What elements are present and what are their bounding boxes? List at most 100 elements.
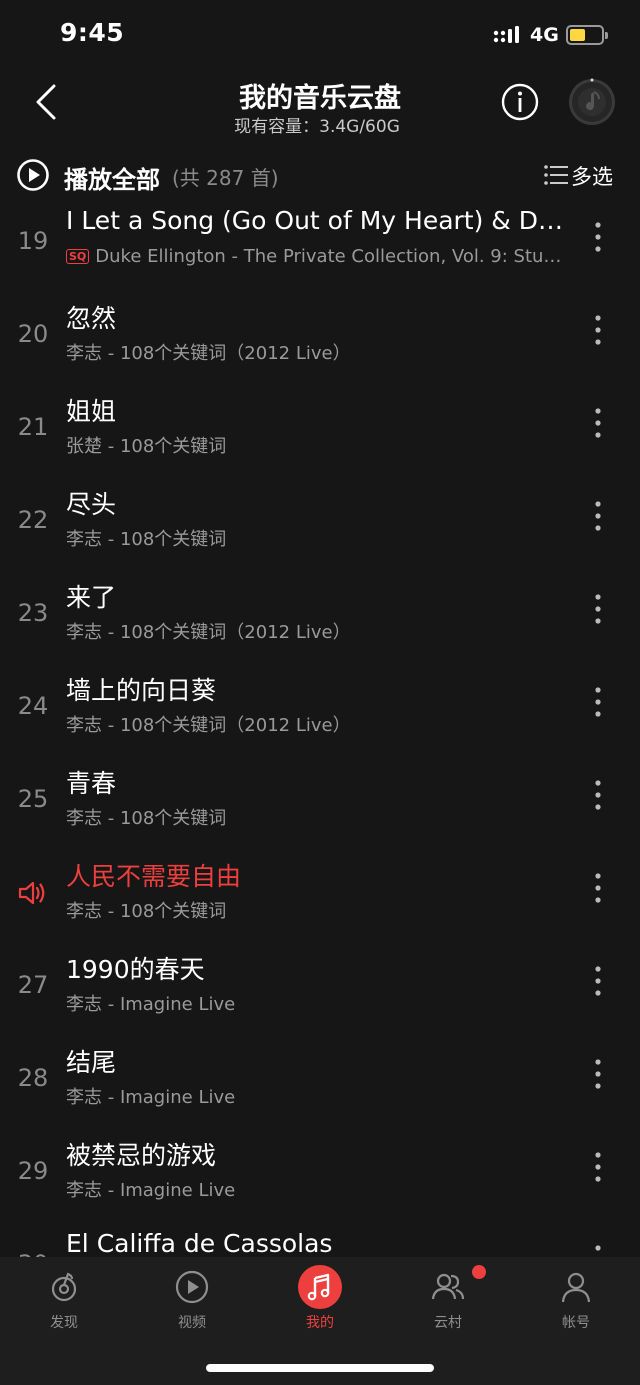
cellular-signal-icon bbox=[493, 26, 519, 43]
tab-discover[interactable]: 发现 bbox=[0, 1257, 128, 1337]
song-index: 29 bbox=[17, 1157, 49, 1185]
tab-label: 我的 bbox=[306, 1315, 334, 1331]
more-options-icon[interactable] bbox=[584, 220, 612, 254]
more-options-icon[interactable] bbox=[584, 1243, 612, 1257]
tab-community[interactable]: 云村 bbox=[384, 1257, 512, 1337]
more-options-icon[interactable] bbox=[584, 499, 612, 533]
song-row[interactable]: 23 来了 李志 - 108个关键词（2012 Live） bbox=[0, 562, 640, 655]
more-options-icon[interactable] bbox=[584, 406, 612, 440]
tab-label: 视频 bbox=[178, 1315, 206, 1331]
info-icon[interactable] bbox=[500, 82, 540, 122]
song-row[interactable]: 人民不需要自由李志 - 108个关键词 bbox=[0, 841, 640, 934]
song-index: 30 bbox=[0, 1250, 66, 1257]
song-row[interactable]: 19 I Let a Song (Go Out of My Heart) & Do… bbox=[0, 200, 640, 283]
battery-icon bbox=[566, 25, 608, 45]
tab-account[interactable]: 帐号 bbox=[512, 1257, 640, 1337]
song-artist-album: 张楚 - 108个关键词 bbox=[66, 432, 566, 458]
more-options-icon[interactable] bbox=[584, 685, 612, 719]
song-subtitle-text: 李志 - 108个关键词 bbox=[66, 808, 227, 829]
song-title: 忽然 bbox=[66, 304, 117, 333]
more-options-icon[interactable] bbox=[584, 964, 612, 998]
more-options-icon[interactable] bbox=[584, 871, 612, 905]
song-subtitle-text: 李志 - 108个关键词 bbox=[66, 529, 227, 550]
song-row[interactable]: 21 姐姐 张楚 - 108个关键词 bbox=[0, 376, 640, 469]
song-artist-album: 李志 - 108个关键词 bbox=[66, 897, 566, 923]
song-artist-album: 李志 - 108个关键词 bbox=[66, 804, 566, 830]
song-index: 19 bbox=[17, 227, 49, 255]
song-row[interactable]: 20 忽然 李志 - 108个关键词（2012 Live） bbox=[0, 283, 640, 376]
tab-label: 帐号 bbox=[562, 1315, 590, 1331]
sq-badge: SQ bbox=[66, 249, 90, 264]
song-artist-album: 李志 - 108个关键词（2012 Live） bbox=[66, 618, 566, 644]
more-options-icon[interactable] bbox=[584, 592, 612, 626]
song-subtitle-text: 李志 - Imagine Live bbox=[66, 1087, 236, 1108]
song-title: El Califfa de Cassolas bbox=[66, 1229, 333, 1257]
community-icon bbox=[431, 1273, 465, 1300]
status-bar: 9:45 4G bbox=[0, 0, 640, 70]
song-artist-album: 李志 - 108个关键词（2012 Live） bbox=[66, 711, 566, 737]
song-artist-album: 李志 - 108个关键词 bbox=[66, 525, 566, 551]
song-list[interactable]: 19 I Let a Song (Go Out of My Heart) & Do… bbox=[0, 200, 640, 1257]
song-row[interactable]: 24 墙上的向日葵李志 - 108个关键词（2012 Live） bbox=[0, 655, 640, 748]
more-options-icon[interactable] bbox=[584, 313, 612, 347]
song-title: 人民不需要自由 bbox=[66, 862, 242, 891]
song-subtitle-text: 李志 - Imagine Live bbox=[66, 1180, 236, 1201]
song-index: 28 bbox=[17, 1064, 49, 1092]
song-subtitle-text: 李志 - Imagine Live bbox=[66, 994, 236, 1015]
song-index: 22 bbox=[17, 506, 49, 534]
notification-dot bbox=[472, 1265, 486, 1279]
page-title: 我的音乐云盘 bbox=[239, 83, 401, 114]
song-subtitle-text: 李志 - 108个关键词 bbox=[66, 901, 227, 922]
song-title: 青春 bbox=[66, 769, 117, 798]
multi-select-label: 多选 bbox=[571, 165, 613, 189]
song-row[interactable]: 25 青春李志 - 108个关键词 bbox=[0, 748, 640, 841]
song-index: 25 bbox=[17, 785, 49, 813]
song-artist-album: 李志 - 108个关键词（2012 Live） bbox=[66, 339, 566, 365]
song-row[interactable]: 22 尽头李志 - 108个关键词 bbox=[0, 469, 640, 562]
song-row[interactable]: 30El Califfa de Cassolas bbox=[0, 1213, 640, 1257]
play-all-icon[interactable] bbox=[16, 158, 50, 192]
song-index: 24 bbox=[17, 692, 49, 720]
song-artist-album: 李志 - Imagine Live bbox=[66, 990, 566, 1016]
song-count: (共 287 首) bbox=[172, 166, 279, 190]
song-subtitle-text: 李志 - 108个关键词（2012 Live） bbox=[66, 715, 351, 736]
song-title: 被禁忌的游戏 bbox=[66, 1141, 217, 1170]
now-playing-speaker-icon bbox=[18, 881, 45, 905]
multi-select-button[interactable]: 多选 bbox=[544, 160, 624, 190]
nav-bar: 我的音乐云盘 现有容量：3.4G/60G bbox=[0, 70, 640, 150]
tab-mine[interactable]: 我的 bbox=[256, 1257, 384, 1337]
music-note-icon bbox=[307, 1273, 330, 1301]
more-options-icon[interactable] bbox=[584, 778, 612, 812]
song-row[interactable]: 29 被禁忌的游戏李志 - Imagine Live bbox=[0, 1120, 640, 1213]
song-index: 23 bbox=[17, 599, 49, 627]
song-index: 21 bbox=[17, 413, 49, 441]
song-title: 1990的春天 bbox=[66, 955, 205, 984]
video-icon bbox=[175, 1270, 209, 1304]
discover-icon bbox=[51, 1272, 77, 1302]
more-options-icon[interactable] bbox=[584, 1150, 612, 1184]
song-index: 27 bbox=[17, 971, 49, 999]
home-indicator bbox=[206, 1364, 434, 1372]
play-all-bar: 播放全部 (共 287 首) 多选 bbox=[0, 150, 640, 200]
song-row[interactable]: 28 结尾李志 - Imagine Live bbox=[0, 1027, 640, 1120]
more-options-icon[interactable] bbox=[584, 1057, 612, 1091]
status-time: 9:45 bbox=[60, 18, 125, 47]
song-title: 结尾 bbox=[66, 1048, 117, 1077]
song-title: I Let a Song (Go Out of My Heart) & Don'… bbox=[66, 206, 566, 235]
song-artist-album: SQ Duke Ellington - The Private Collectio… bbox=[66, 246, 566, 267]
song-subtitle-text: Duke Ellington - The Private Collection,… bbox=[95, 246, 566, 267]
song-row[interactable]: 27 1990的春天李志 - Imagine Live bbox=[0, 934, 640, 1027]
song-title: 尽头 bbox=[66, 490, 117, 519]
song-subtitle-text: 张楚 - 108个关键词 bbox=[66, 436, 227, 457]
network-type: 4G bbox=[530, 24, 559, 46]
list-icon bbox=[544, 165, 568, 185]
song-artist-album: 李志 - Imagine Live bbox=[66, 1083, 566, 1109]
now-playing-disc-icon[interactable] bbox=[568, 78, 616, 126]
tab-video[interactable]: 视频 bbox=[128, 1257, 256, 1337]
play-all-button[interactable]: 播放全部 bbox=[64, 160, 160, 195]
tab-label: 云村 bbox=[434, 1315, 462, 1331]
song-title: 墙上的向日葵 bbox=[66, 676, 217, 705]
song-artist-album: 李志 - Imagine Live bbox=[66, 1176, 566, 1202]
account-icon bbox=[561, 1272, 591, 1303]
tab-label: 发现 bbox=[50, 1315, 78, 1331]
